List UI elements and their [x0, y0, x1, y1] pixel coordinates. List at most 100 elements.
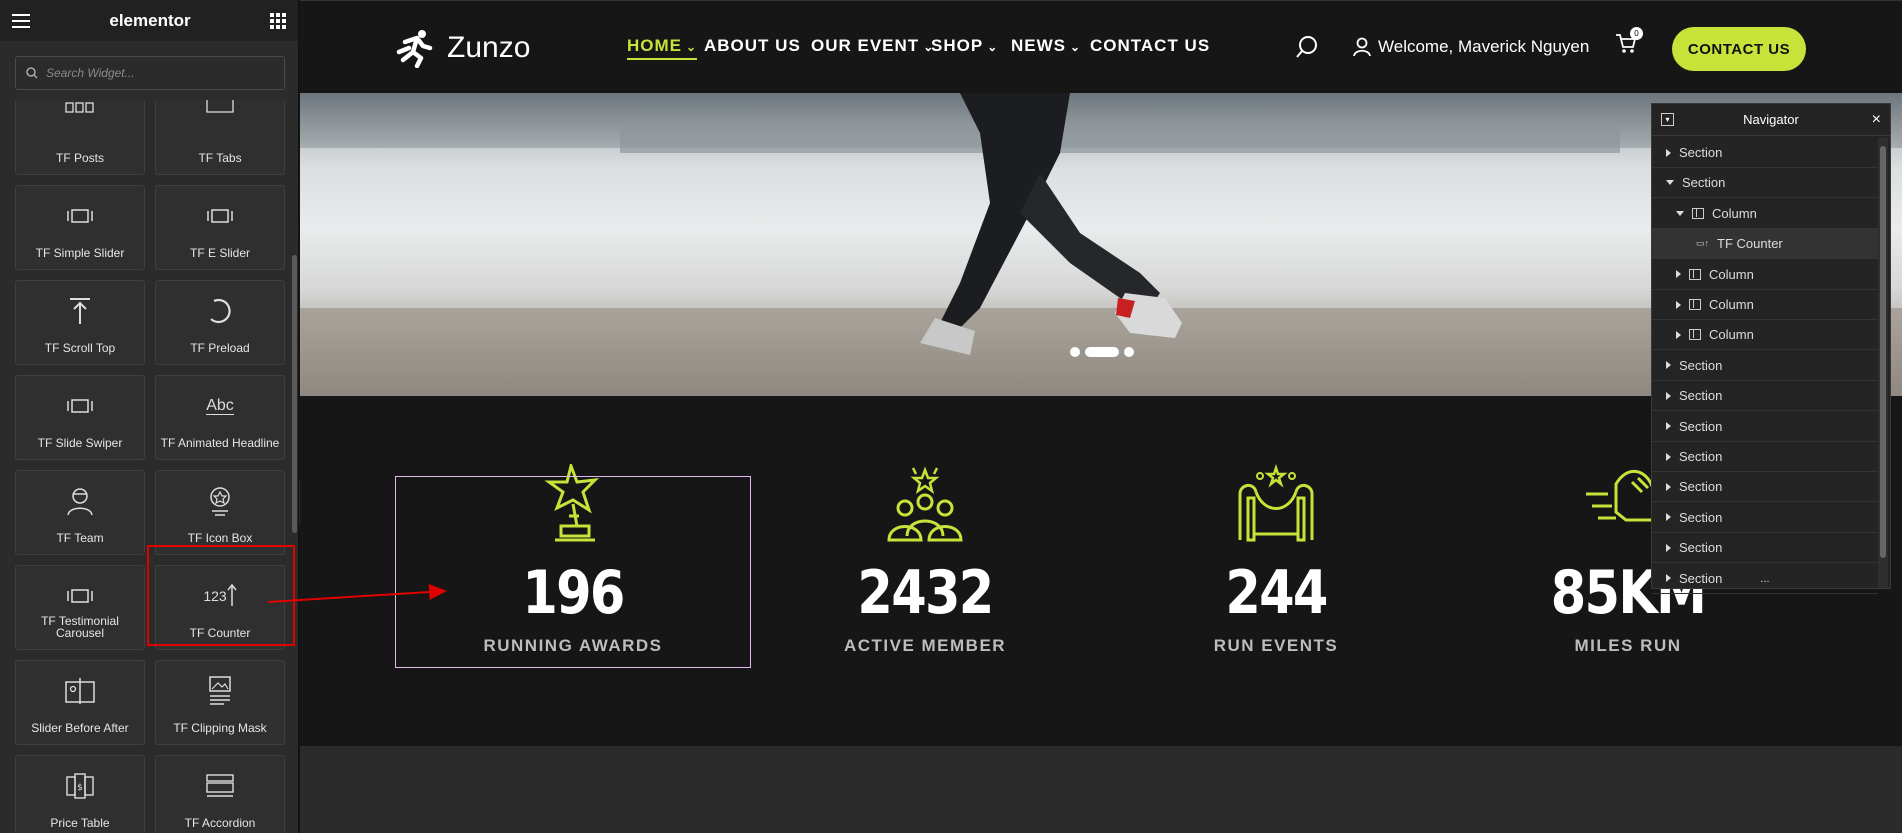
widget-tf-preload[interactable]: TF Preload: [155, 280, 285, 365]
caret-right-icon[interactable]: [1666, 148, 1671, 157]
caret-right-icon[interactable]: [1666, 513, 1671, 522]
navigator-item-section[interactable]: Section: [1652, 442, 1878, 472]
slider-pagination[interactable]: [1070, 347, 1134, 357]
navigator-item-section[interactable]: Section: [1652, 138, 1878, 168]
widget-tf-icon-box[interactable]: TF Icon Box: [155, 470, 285, 555]
widget-label: TF Icon Box: [187, 531, 253, 545]
selected-widget-outline: [395, 476, 751, 668]
widget-search-input[interactable]: Search Widget...: [15, 56, 285, 90]
caret-right-icon[interactable]: [1676, 270, 1681, 279]
navigator-item-label: Section: [1679, 540, 1723, 556]
close-icon[interactable]: ×: [1872, 111, 1881, 129]
nav-shop[interactable]: SHOP ⌄: [931, 36, 998, 56]
before-after-icon: [16, 675, 144, 707]
caret-right-icon[interactable]: [1676, 300, 1681, 309]
page-preview: Zunzo HOME ⌄ ABOUT US OUR EVENT ⌄ SHOP ⌄ NE…: [300, 0, 1902, 833]
navigator-item-section[interactable]: Section: [1652, 381, 1878, 412]
nav-our-event[interactable]: OUR EVENT ⌄: [811, 36, 934, 56]
navigator-item-section[interactable]: Section: [1652, 472, 1878, 503]
widget-tf-slide-swiper[interactable]: TF Slide Swiper: [15, 375, 145, 460]
nav-home[interactable]: HOME ⌄: [627, 36, 698, 60]
slider-dot[interactable]: [1124, 347, 1134, 357]
user-icon: [1353, 37, 1371, 57]
navigator-header[interactable]: ▾ Navigator ×: [1652, 104, 1890, 136]
caret-right-icon[interactable]: [1666, 391, 1671, 400]
widget-label: Price Table: [50, 816, 110, 830]
caret-right-icon[interactable]: [1666, 361, 1671, 370]
navigator-item-section[interactable]: Section: [1652, 412, 1878, 442]
welcome-text: Welcome, Maverick Nguyen: [1378, 37, 1590, 56]
scrollbar-thumb[interactable]: [1880, 146, 1886, 558]
navigator-item-column[interactable]: Column: [1652, 290, 1878, 320]
widget-tf-posts[interactable]: TF Posts: [15, 100, 145, 175]
navigator-item-column[interactable]: Column: [1652, 320, 1878, 351]
widget-tf-team[interactable]: TF Team: [15, 470, 145, 555]
hamburger-menu-icon[interactable]: [12, 10, 30, 32]
widget-label: TF Posts: [55, 151, 104, 165]
widget-label: TF Testimonial Carousel: [41, 614, 119, 640]
nav-news[interactable]: NEWS ⌄: [1011, 36, 1081, 56]
navigator-item-label: Section: [1679, 418, 1723, 434]
slider-dot[interactable]: [1070, 347, 1080, 357]
counter-active-member[interactable]: 2432 ACTIVE MEMBER: [747, 386, 1103, 655]
navigator-item-section[interactable]: Section: [1652, 503, 1878, 533]
widget-label: TF Simple Slider: [35, 246, 125, 260]
navigator-item-label: Section: [1682, 175, 1726, 191]
sidebar-scrollbar[interactable]: [292, 255, 297, 533]
slider-icon: [16, 200, 144, 232]
caret-down-icon[interactable]: [1666, 180, 1674, 186]
clipping-mask-icon: [156, 675, 284, 707]
navigator-item-label: Section: [1679, 449, 1723, 464]
widget-grid: TF Posts TF Tabs TF Simple Slider TF E Slid…: [0, 100, 290, 833]
slider-icon: [156, 200, 284, 232]
collapse-all-icon[interactable]: ▾: [1661, 113, 1674, 126]
widget-tf-clipping-mask[interactable]: TF Clipping Mask: [155, 660, 285, 745]
navigator-item-column[interactable]: Column: [1652, 199, 1878, 229]
nav-contact-us[interactable]: CONTACT US: [1090, 36, 1210, 56]
tabs-icon: [156, 100, 284, 123]
slider-icon: [16, 580, 144, 612]
navigator-item-widget[interactable]: ▭↑ TF Counter: [1652, 229, 1878, 260]
site-logo[interactable]: Zunzo: [395, 28, 530, 68]
counter-value: 244: [1225, 558, 1328, 628]
runner-legs-image: [920, 93, 1182, 355]
counter-label: ACTIVE MEMBER: [843, 636, 1007, 655]
navigator-scrollbar[interactable]: [1878, 138, 1888, 588]
widget-tf-e-slider[interactable]: TF E Slider: [155, 185, 285, 270]
navigator-item-section[interactable]: Section: [1652, 351, 1878, 381]
widget-tf-accordion[interactable]: TF Accordion: [155, 755, 285, 833]
widget-tf-testimonial-carousel[interactable]: TF Testimonial Carousel: [15, 565, 145, 650]
apps-grid-icon[interactable]: [270, 12, 286, 29]
widget-tf-animated-headline[interactable]: Abc TF Animated Headline: [155, 375, 285, 460]
counter-label: RUN EVENTS: [1213, 636, 1339, 655]
counter-run-events[interactable]: 244 RUN EVENTS: [1098, 386, 1454, 655]
widget-tf-scroll-top[interactable]: TF Scroll Top: [15, 280, 145, 365]
user-welcome[interactable]: Welcome, Maverick Nguyen: [1352, 37, 1589, 57]
caret-down-icon[interactable]: [1676, 210, 1684, 216]
slider-dot-active[interactable]: [1085, 347, 1119, 357]
navigator-item-column[interactable]: Column: [1652, 260, 1878, 290]
posts-icon: [16, 100, 144, 123]
caret-right-icon[interactable]: [1666, 452, 1671, 461]
contact-us-button[interactable]: CONTACT US: [1672, 27, 1806, 71]
icon-box-icon: [156, 485, 284, 517]
navigator-panel: ▾ Navigator × Section Section Column ▭↑ TF C…: [1651, 103, 1891, 594]
navigator-item-section[interactable]: Section: [1652, 168, 1878, 199]
caret-right-icon[interactable]: [1666, 482, 1671, 491]
navigator-resize-handle[interactable]: ...: [1652, 574, 1878, 588]
widget-slider-before-after[interactable]: Slider Before After: [15, 660, 145, 745]
caret-right-icon[interactable]: [1676, 330, 1681, 339]
widget-price-table[interactable]: $ Price Table: [15, 755, 145, 833]
navigator-item-section[interactable]: Section: [1652, 533, 1878, 564]
widget-tf-simple-slider[interactable]: TF Simple Slider: [15, 185, 145, 270]
widget-tf-tabs[interactable]: TF Tabs: [155, 100, 285, 175]
slider-icon: [16, 390, 144, 422]
widget-label: TF Animated Headline: [160, 436, 280, 450]
search-icon[interactable]: [1295, 35, 1319, 59]
widget-label: Slider Before After: [31, 721, 129, 735]
caret-right-icon[interactable]: [1666, 543, 1671, 552]
caret-right-icon[interactable]: [1666, 422, 1671, 431]
abc-icon: Abc: [206, 396, 234, 415]
nav-label: NEWS: [1011, 36, 1066, 55]
nav-about-us[interactable]: ABOUT US: [704, 36, 801, 56]
